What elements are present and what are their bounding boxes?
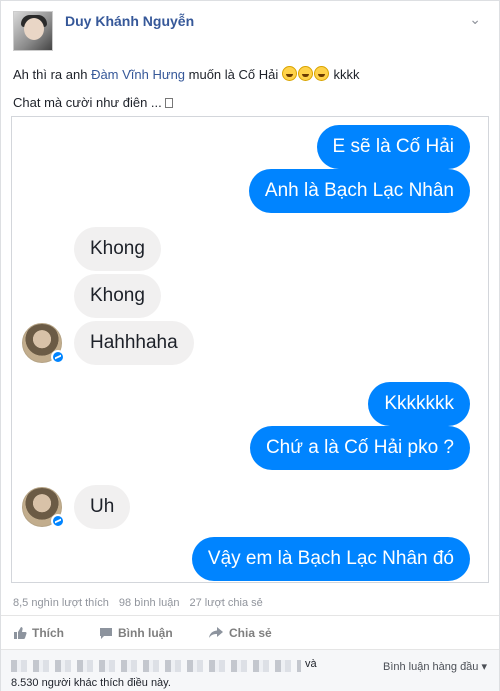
post-card: Duy Khánh Nguyễn ⌄ Ah thì ra anh Đàm Vĩn… [0, 0, 500, 691]
share-button[interactable]: Chia sẻ [208, 626, 272, 640]
comment-icon [100, 628, 112, 639]
chat-bubble-received: Uh [74, 485, 131, 529]
laughing-emoji-icon [297, 66, 313, 81]
missing-glyph-icon [165, 98, 174, 108]
chat-screenshot: E sẽ là Cố Hải Anh là Bạch Lạc Nhân Khon… [11, 116, 489, 583]
blurred-liker-names [11, 660, 301, 672]
like-button[interactable]: Thích [13, 626, 64, 640]
post-text-fragment: kkkk [329, 67, 360, 82]
chat-bubble-sent: Vậy em là Bạch Lạc Nhân đó [191, 537, 470, 581]
chat-bubble-received: Khong [74, 274, 161, 318]
likes-footer: và 8.530 người khác thích điều này. Bình… [1, 649, 499, 691]
chat-bubble-sent: Anh là Bạch Lạc Nhân [248, 169, 470, 213]
chat-bubble-sent: Chứ a là Cố Hải pko ? [249, 426, 470, 470]
post-text-fragment: Chat mà cười như điên ... [13, 95, 162, 110]
comment-label: Bình luận [118, 626, 173, 640]
author-name[interactable]: Duy Khánh Nguyễn [65, 13, 194, 29]
contact-avatar [22, 323, 65, 364]
author-avatar[interactable] [13, 11, 53, 51]
and-text: và [305, 658, 317, 670]
like-label: Thích [32, 626, 64, 640]
thumbs-up-icon [14, 627, 27, 639]
chat-bubble-sent: Kkkkkkk [368, 382, 470, 426]
post-text-line-1: Ah thì ra anh Đàm Vĩnh Hưng muốn là Cố H… [13, 61, 360, 89]
post-text-fragment: muốn là Cố Hải [185, 67, 279, 82]
messenger-icon [51, 350, 65, 364]
chat-bubble-received: Hahhhaha [74, 321, 194, 365]
tagged-user-link[interactable]: Đàm Vĩnh Hưng [91, 67, 185, 82]
chat-bubble-sent: E sẽ là Cố Hải [316, 125, 470, 169]
comments-count[interactable]: 98 bình luận [119, 597, 180, 609]
comment-sort-dropdown[interactable]: Bình luận hàng đầu ▾ [383, 660, 487, 673]
post-header: Duy Khánh Nguyễn ⌄ [9, 9, 489, 53]
chevron-down-icon[interactable]: ⌄ [469, 11, 481, 28]
laughing-emoji-icon [313, 66, 329, 81]
messenger-icon [51, 514, 65, 528]
comment-button[interactable]: Bình luận [99, 626, 173, 640]
laughing-emoji-icon [281, 66, 297, 81]
share-label: Chia sẻ [229, 626, 272, 640]
post-text-line-2: Chat mà cười như điên ... [13, 89, 360, 117]
likes-count[interactable]: 8,5 nghìn lượt thích [13, 597, 109, 609]
post-stats: 8,5 nghìn lượt thích 98 bình luận 27 lượt … [13, 597, 273, 609]
share-arrow-icon [209, 627, 223, 638]
action-bar: Thích Bình luận Chia sẻ [1, 615, 499, 649]
others-like-text[interactable]: 8.530 người khác thích điều này. [11, 677, 171, 689]
chat-bubble-received: Khong [74, 227, 161, 271]
shares-count[interactable]: 27 lượt chia sẻ [189, 597, 262, 609]
post-text: Ah thì ra anh Đàm Vĩnh Hưng muốn là Cố H… [13, 61, 360, 117]
contact-avatar [22, 487, 65, 528]
post-text-fragment: Ah thì ra anh [13, 67, 92, 82]
